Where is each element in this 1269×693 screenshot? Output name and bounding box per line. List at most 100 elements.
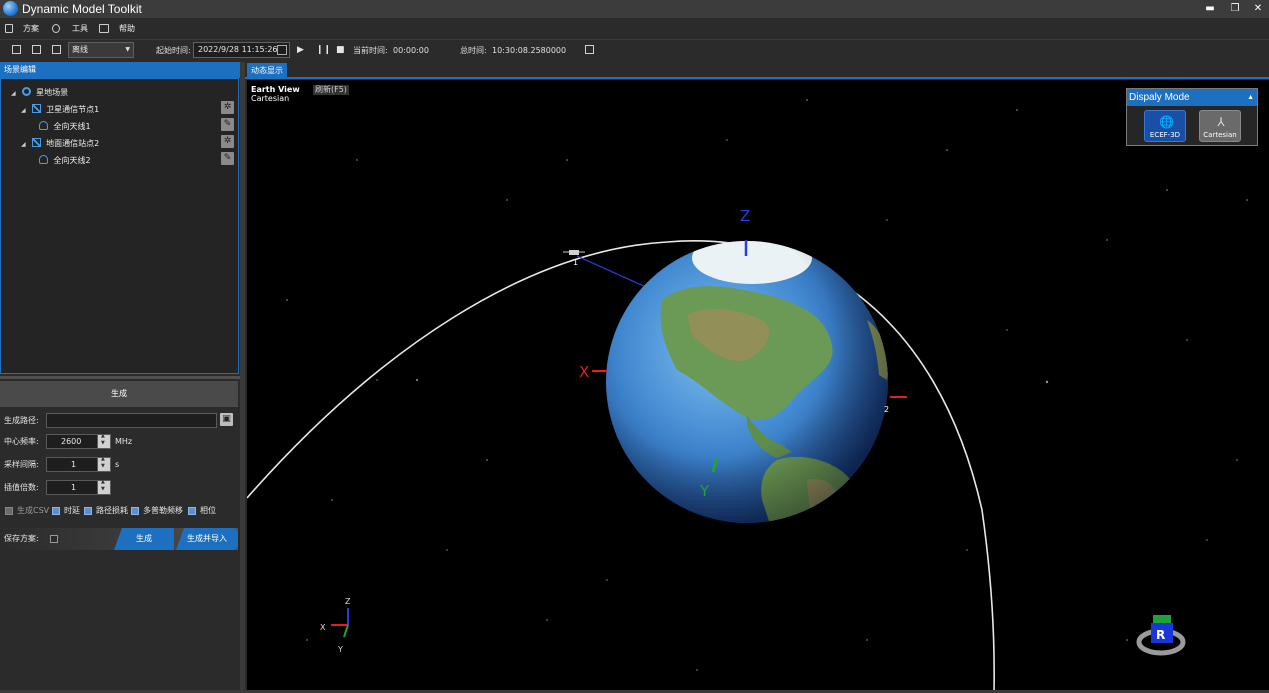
collapse-icon[interactable]: ◢ xyxy=(11,87,19,101)
tree-node-satellite[interactable]: ◢ 卫星通信节点1 xyxy=(21,103,99,117)
restore-button[interactable]: ❐ xyxy=(1224,0,1246,18)
collapse-icon[interactable]: ◢ xyxy=(21,138,29,152)
menu-plan[interactable]: 方案 xyxy=(23,19,39,39)
edit-pencil-icon[interactable]: ✎ xyxy=(221,152,234,165)
interp-label: 插值倍数: xyxy=(4,483,39,492)
path-input[interactable] xyxy=(46,413,217,428)
current-time-label: 当前时间: xyxy=(353,46,388,55)
phase-checkbox[interactable] xyxy=(188,507,196,515)
pause-button[interactable]: ❙❙ xyxy=(316,40,331,61)
tree-node-label: 全向天线2 xyxy=(53,156,91,165)
tree-node-label: 地面通信站点2 xyxy=(46,139,100,148)
marker-1-label: 1 xyxy=(573,258,578,267)
view-subtitle: Cartesian xyxy=(251,94,290,103)
calendar-icon[interactable] xyxy=(277,45,287,55)
ground-station-icon xyxy=(31,138,41,147)
window-title: Dynamic Model Toolkit xyxy=(22,2,142,16)
tree-node-scene[interactable]: ◢ 星地场景 xyxy=(11,86,68,100)
mode-select-value: 离线 xyxy=(72,45,88,54)
pathloss-label: 路径损耗 xyxy=(96,506,128,515)
total-time-value: 10:30:08.2580000 xyxy=(492,46,567,55)
tree-node-ground-station[interactable]: ◢ 地面通信站点2 xyxy=(21,137,99,151)
pathloss-checkbox[interactable] xyxy=(84,507,92,515)
close-button[interactable]: ✕ xyxy=(1247,0,1269,18)
menu-help[interactable]: 帮助 xyxy=(119,19,135,39)
scene-edit-title: 场景编辑 xyxy=(0,62,240,78)
copy-icon[interactable] xyxy=(12,45,21,54)
freq-label: 中心频率: xyxy=(4,437,39,446)
save-path-icon[interactable]: ▣ xyxy=(220,413,233,426)
play-button[interactable]: ▶ xyxy=(297,40,304,61)
tree-node-label: 星地场景 xyxy=(36,88,69,97)
navigation-cube[interactable]: R xyxy=(1136,615,1186,656)
panel-splitter[interactable] xyxy=(0,376,240,379)
delay-label: 时延 xyxy=(64,506,80,515)
csv-checkbox[interactable] xyxy=(5,507,13,515)
view-tab-bar: 动态显示 xyxy=(245,62,1269,79)
tree-node-antenna-2[interactable]: 全向天线2 xyxy=(39,154,91,168)
total-time-label: 总时间: xyxy=(460,46,487,55)
freq-stepper[interactable] xyxy=(97,433,111,449)
vertical-splitter[interactable] xyxy=(240,62,245,693)
axes-icon: ⅄ xyxy=(1217,115,1225,129)
display-mode-title: Dispaly Mode ▲ xyxy=(1127,89,1257,106)
cartesian-button[interactable]: ⅄ Cartesian xyxy=(1199,110,1241,142)
scene-edit-panel: 场景编辑 ◢ 星地场景 ◢ 卫星通信节点1 全向天线1 ◢ 地面通信站点2 全向… xyxy=(0,62,240,693)
phase-label: 相位 xyxy=(200,506,216,515)
scene-icon xyxy=(21,87,31,96)
minimize-button[interactable]: ▬ xyxy=(1199,0,1221,18)
export-icon[interactable] xyxy=(585,45,594,54)
ecef-3d-button[interactable]: 🌐 ECEF-3D xyxy=(1144,110,1186,142)
interval-input[interactable]: 1 xyxy=(46,457,98,472)
collapse-icon[interactable]: ◢ xyxy=(21,104,29,118)
save-plan-checkbox[interactable] xyxy=(50,535,58,543)
satellite-settings-icon[interactable]: ✲ xyxy=(221,135,234,148)
marker-2-label: 2 xyxy=(884,405,889,414)
generate-button[interactable]: 生成 xyxy=(114,528,174,550)
app-globe-icon xyxy=(3,1,18,16)
freq-unit: MHz xyxy=(115,437,133,446)
csv-label: 生成CSV xyxy=(17,506,50,515)
scene-tree: ◢ 星地场景 ◢ 卫星通信节点1 全向天线1 ◢ 地面通信站点2 全向天线2 ✲… xyxy=(0,78,239,374)
mode-select[interactable]: 离线 ▼ xyxy=(68,42,134,58)
tree-node-label: 全向天线1 xyxy=(53,122,91,131)
tree-node-antenna-1[interactable]: 全向天线1 xyxy=(39,120,91,134)
edit-pencil-icon[interactable]: ✎ xyxy=(221,118,234,131)
interp-stepper[interactable] xyxy=(97,479,111,495)
satellite-icon xyxy=(31,104,41,113)
interp-input[interactable]: 1 xyxy=(46,480,98,495)
start-time-input[interactable]: 2022/9/28 11:15:26 xyxy=(193,42,290,58)
cartesian-label: Cartesian xyxy=(1203,131,1237,139)
doppler-checkbox[interactable] xyxy=(131,507,139,515)
display-mode-title-text: Dispaly Mode xyxy=(1129,92,1190,103)
freq-input[interactable]: 2600 xyxy=(46,434,98,449)
earth-viewport[interactable]: Z X Y 1 2 Z X Y R Earth View Cartesian 刷… xyxy=(247,80,1269,690)
generate-import-button[interactable]: 生成并导入 xyxy=(176,528,238,550)
stop-button[interactable]: ■ xyxy=(336,40,345,61)
refresh-button[interactable]: 刷新(F5) xyxy=(313,85,349,95)
scene-svg: Z X Y 1 2 Z X Y R xyxy=(247,99,1248,690)
save-icon[interactable] xyxy=(52,45,61,54)
satellite-settings-icon[interactable]: ✲ xyxy=(221,101,234,114)
tab-dynamic-display[interactable]: 动态显示 xyxy=(247,63,287,78)
satellite-orbit xyxy=(247,240,995,690)
help-book-icon xyxy=(99,24,109,33)
title-bar: Dynamic Model Toolkit ▬ ❐ ✕ xyxy=(0,0,1269,18)
globe-icon: 🌐 xyxy=(1159,115,1174,129)
delay-checkbox[interactable] xyxy=(52,507,60,515)
current-time-value: 00:00:00 xyxy=(393,46,429,55)
menu-tools[interactable]: 工具 xyxy=(72,19,88,39)
chevron-down-icon: ▼ xyxy=(125,46,130,53)
path-label: 生成路径: xyxy=(4,416,39,425)
antenna-icon xyxy=(39,121,48,130)
y-axis-label: Y xyxy=(699,482,710,500)
tools-icon xyxy=(52,24,60,33)
start-time-label: 起始时间: xyxy=(156,46,191,55)
interval-stepper[interactable] xyxy=(97,456,111,472)
ecef-3d-label: ECEF-3D xyxy=(1149,131,1181,139)
chevron-up-icon[interactable]: ▲ xyxy=(1247,89,1254,106)
open-folder-icon[interactable] xyxy=(32,45,41,54)
toolbar: 离线 ▼ 起始时间: 2022/9/28 11:15:26 ▶ ❙❙ ■ 当前时… xyxy=(0,39,1269,61)
x-axis-label: X xyxy=(579,363,589,381)
earth-globe[interactable] xyxy=(606,232,888,595)
